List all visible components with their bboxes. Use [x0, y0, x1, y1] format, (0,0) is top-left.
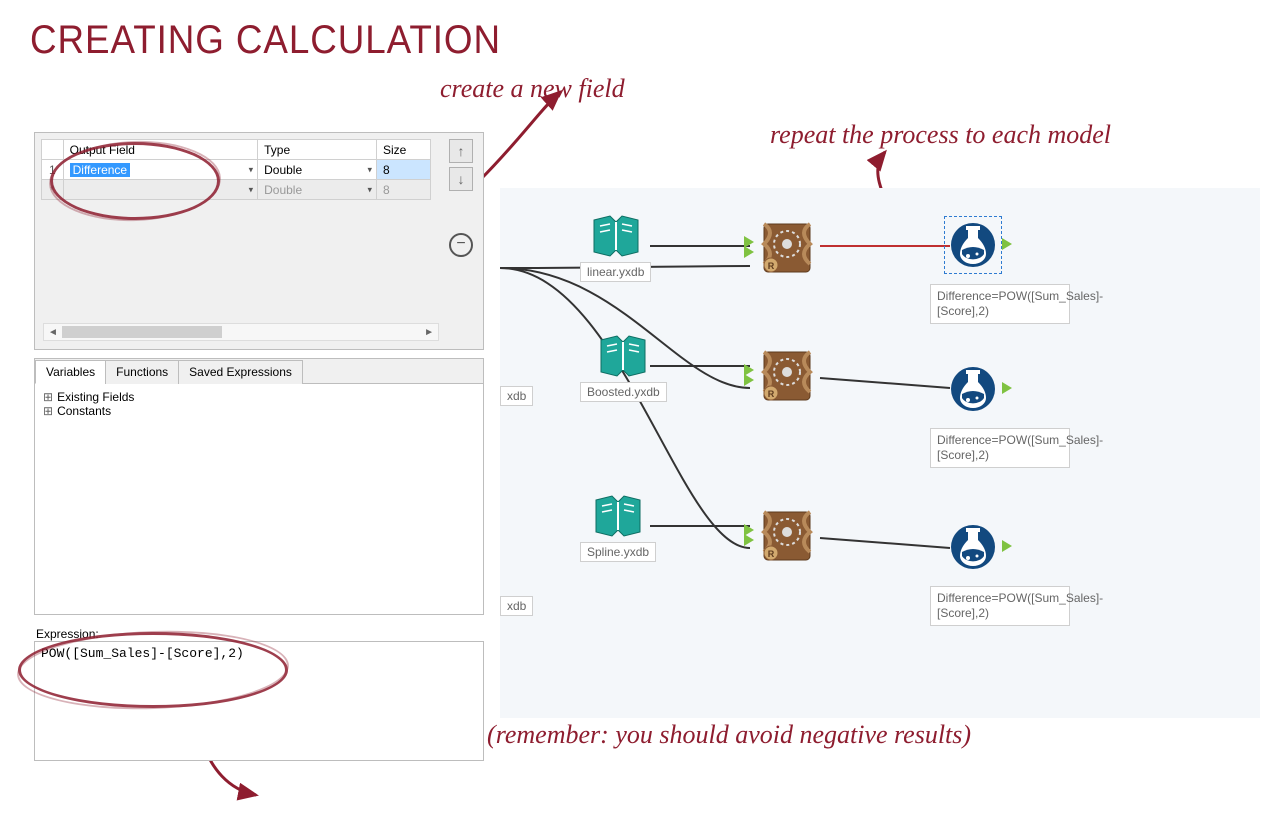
- horizontal-scrollbar[interactable]: ◄ ►: [43, 323, 439, 341]
- book-icon: [590, 212, 642, 260]
- svg-text:R: R: [768, 389, 775, 399]
- svg-text:R: R: [768, 549, 775, 559]
- tab-variables[interactable]: Variables: [35, 360, 106, 384]
- expression-label: Expression:: [34, 627, 484, 641]
- score-tool[interactable]: R: [758, 220, 816, 276]
- score-icon: R: [758, 508, 816, 564]
- annotation-create-field: create a new field: [440, 74, 625, 104]
- expression-input[interactable]: POW([Sum_Sales]-[Score],2): [34, 641, 484, 761]
- flask-icon: [948, 364, 998, 414]
- book-icon: [597, 332, 649, 380]
- workflow-canvas[interactable]: xdb xdb linear.yxdb Boosted.yxdb Spline.…: [500, 188, 1260, 718]
- flask-icon: [948, 220, 998, 270]
- formula-annotation: Difference=POW([Sum_Sales]-[Score],2): [930, 428, 1070, 468]
- variable-tree[interactable]: Existing Fields Constants: [35, 384, 483, 614]
- input-tool-linear[interactable]: linear.yxdb: [580, 212, 651, 282]
- chevron-down-icon[interactable]: ▾: [367, 164, 372, 175]
- chevron-down-icon[interactable]: ▾: [249, 164, 254, 175]
- score-tool[interactable]: R: [758, 508, 816, 564]
- col-output-field[interactable]: Output Field: [63, 140, 258, 160]
- book-icon: [592, 492, 644, 540]
- remove-row-button[interactable]: −: [449, 233, 473, 257]
- move-down-button[interactable]: ↓: [449, 167, 473, 191]
- output-field-cell[interactable]: Difference▾: [63, 160, 258, 180]
- chevron-down-icon[interactable]: ▾: [249, 184, 254, 195]
- chevron-down-icon[interactable]: ▾: [367, 184, 372, 195]
- input-tool-spline[interactable]: Spline.yxdb: [580, 492, 656, 562]
- flask-icon: [948, 522, 998, 572]
- tabs: Variables Functions Saved Expressions: [35, 359, 483, 384]
- table-row[interactable]: 1 Difference▾ Double▾ 8: [42, 160, 431, 180]
- annotation-repeat: repeat the process to each model: [770, 120, 1111, 150]
- score-icon: R: [758, 220, 816, 276]
- page-title: CREATING CALCULATION: [30, 18, 501, 63]
- score-icon: R: [758, 348, 816, 404]
- tab-saved-expressions[interactable]: Saved Expressions: [178, 360, 303, 384]
- score-tool[interactable]: R: [758, 348, 816, 404]
- input-tool-boosted[interactable]: Boosted.yxdb: [580, 332, 667, 402]
- col-type[interactable]: Type: [258, 140, 377, 160]
- formula-annotation: Difference=POW([Sum_Sales]-[Score],2): [930, 586, 1070, 626]
- col-size[interactable]: Size: [376, 140, 430, 160]
- size-cell[interactable]: 8: [376, 160, 430, 180]
- formula-tool[interactable]: [948, 364, 998, 414]
- type-cell[interactable]: Double▾: [258, 160, 377, 180]
- tool-label: linear.yxdb: [580, 262, 651, 282]
- output-field-grid: Output Field Type Size 1 Difference▾ Dou…: [34, 132, 484, 350]
- tree-node-constants[interactable]: Constants: [43, 404, 475, 418]
- file-chip: xdb: [500, 596, 533, 616]
- tab-functions[interactable]: Functions: [105, 360, 179, 384]
- formula-tool[interactable]: [948, 522, 998, 572]
- tool-label: Spline.yxdb: [580, 542, 656, 562]
- formula-annotation: Difference=POW([Sum_Sales]-[Score],2): [930, 284, 1070, 324]
- tree-node-existing-fields[interactable]: Existing Fields: [43, 390, 475, 404]
- move-up-button[interactable]: ↑: [449, 139, 473, 163]
- formula-tool[interactable]: [948, 220, 998, 270]
- table-row[interactable]: * ▾ Double▾ 8: [42, 180, 431, 200]
- tool-label: Boosted.yxdb: [580, 382, 667, 402]
- file-chip: xdb: [500, 386, 533, 406]
- svg-text:R: R: [768, 261, 775, 271]
